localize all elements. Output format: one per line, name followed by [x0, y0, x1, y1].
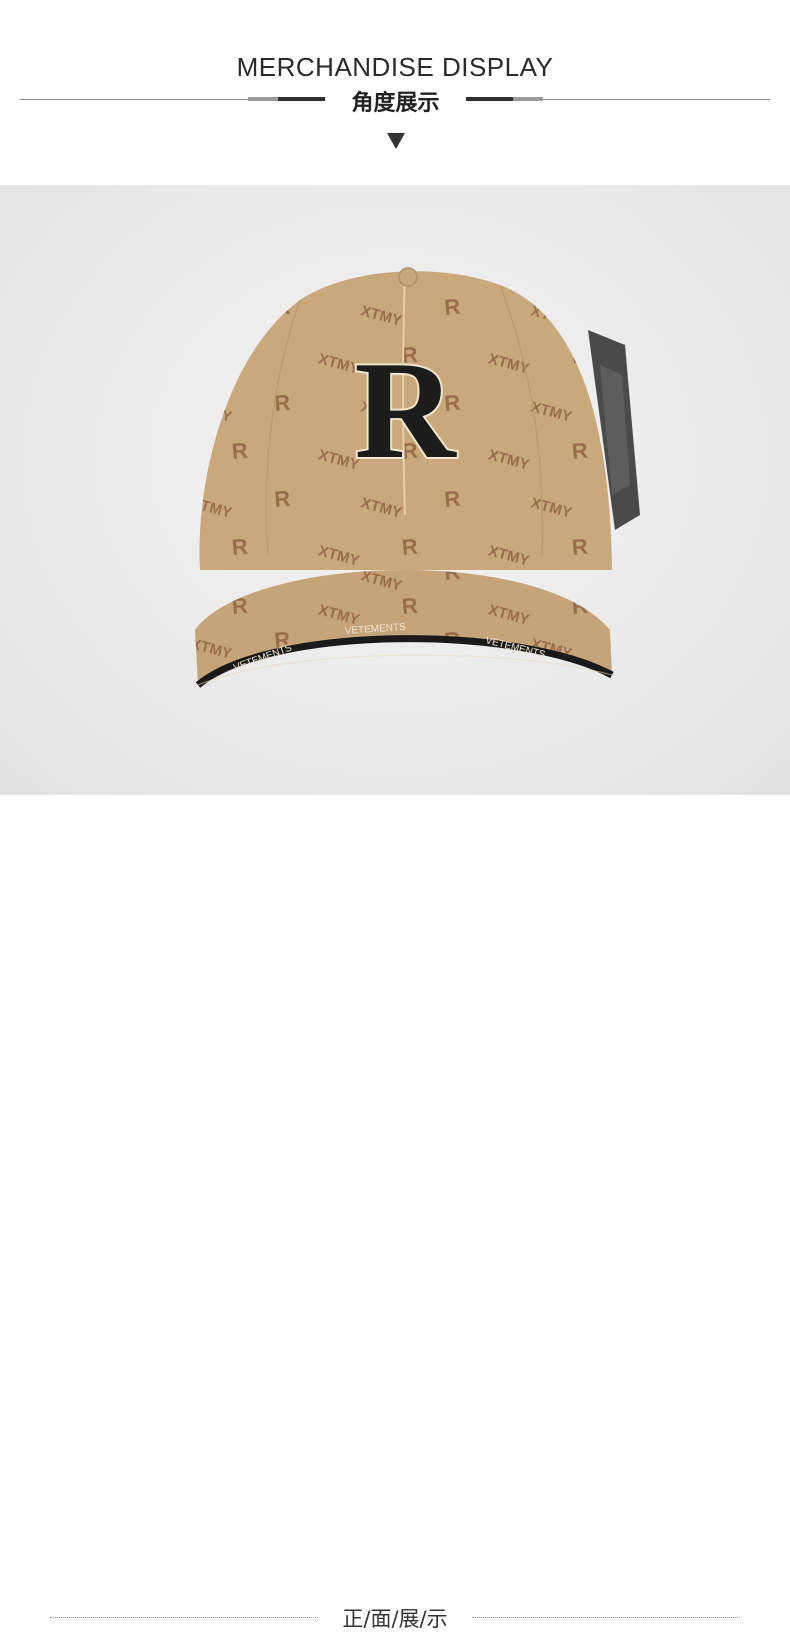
pattern-letter: R — [443, 486, 461, 512]
pattern-letter: R — [231, 534, 249, 560]
svg-text:R: R — [354, 333, 457, 488]
pattern-monogram: XTMY — [189, 302, 234, 329]
cap-brim: XTMY R XTMY R XTMY RR XTMY R XTMY R XTMYXTMY R XTMY R… — [189, 559, 701, 688]
pattern-letter: R — [231, 342, 249, 368]
pattern-monogram: XTMY — [189, 567, 234, 594]
dotted-line-left — [50, 1617, 318, 1618]
divider-accent — [248, 97, 278, 101]
pattern-letter: R — [613, 294, 631, 320]
pattern-letter: R — [231, 438, 249, 464]
product-photo: XTMY R XTMY R XTMY R R XTMY R XTMY R XTMY XTMY R XTMY R… — [0, 185, 790, 795]
pattern-monogram: XTMY — [656, 601, 701, 628]
pattern-monogram: XTMY — [189, 398, 234, 425]
pattern-monogram: XTMY — [656, 542, 701, 569]
pattern-letter: R — [613, 559, 631, 585]
section-footer: 正/面/展/示 — [0, 795, 790, 1631]
pattern-monogram: XTMY — [656, 350, 701, 377]
pattern-letter: R — [273, 486, 291, 512]
section-header: MERCHANDISE DISPLAY 角度展示 — [0, 0, 790, 185]
r-badge-icon: R — [352, 331, 459, 490]
pattern-letter: R — [571, 438, 589, 464]
title-english: MERCHANDISE DISPLAY — [236, 52, 554, 82]
pattern-letter: R — [613, 627, 631, 653]
divider-accent — [513, 97, 543, 101]
pattern-monogram: XTMY — [656, 446, 701, 473]
pattern-letter: R — [571, 534, 589, 560]
pattern-letter: R — [571, 593, 589, 619]
pattern-letter: R — [613, 582, 631, 608]
view-caption: 正/面/展/示 — [342, 1607, 448, 1631]
dotted-line-right — [472, 1617, 740, 1618]
pattern-letter: R — [273, 294, 291, 320]
title-chinese: 角度展示 — [351, 91, 440, 116]
divider-accent — [466, 97, 513, 101]
pattern-letter: R — [571, 342, 589, 368]
divider-accent — [278, 97, 325, 101]
pattern-letter: R — [443, 294, 461, 320]
down-arrow-icon — [387, 133, 405, 149]
pattern-letter: R — [401, 593, 419, 619]
pattern-letter: R — [231, 593, 249, 619]
pattern-letter: R — [401, 534, 419, 560]
